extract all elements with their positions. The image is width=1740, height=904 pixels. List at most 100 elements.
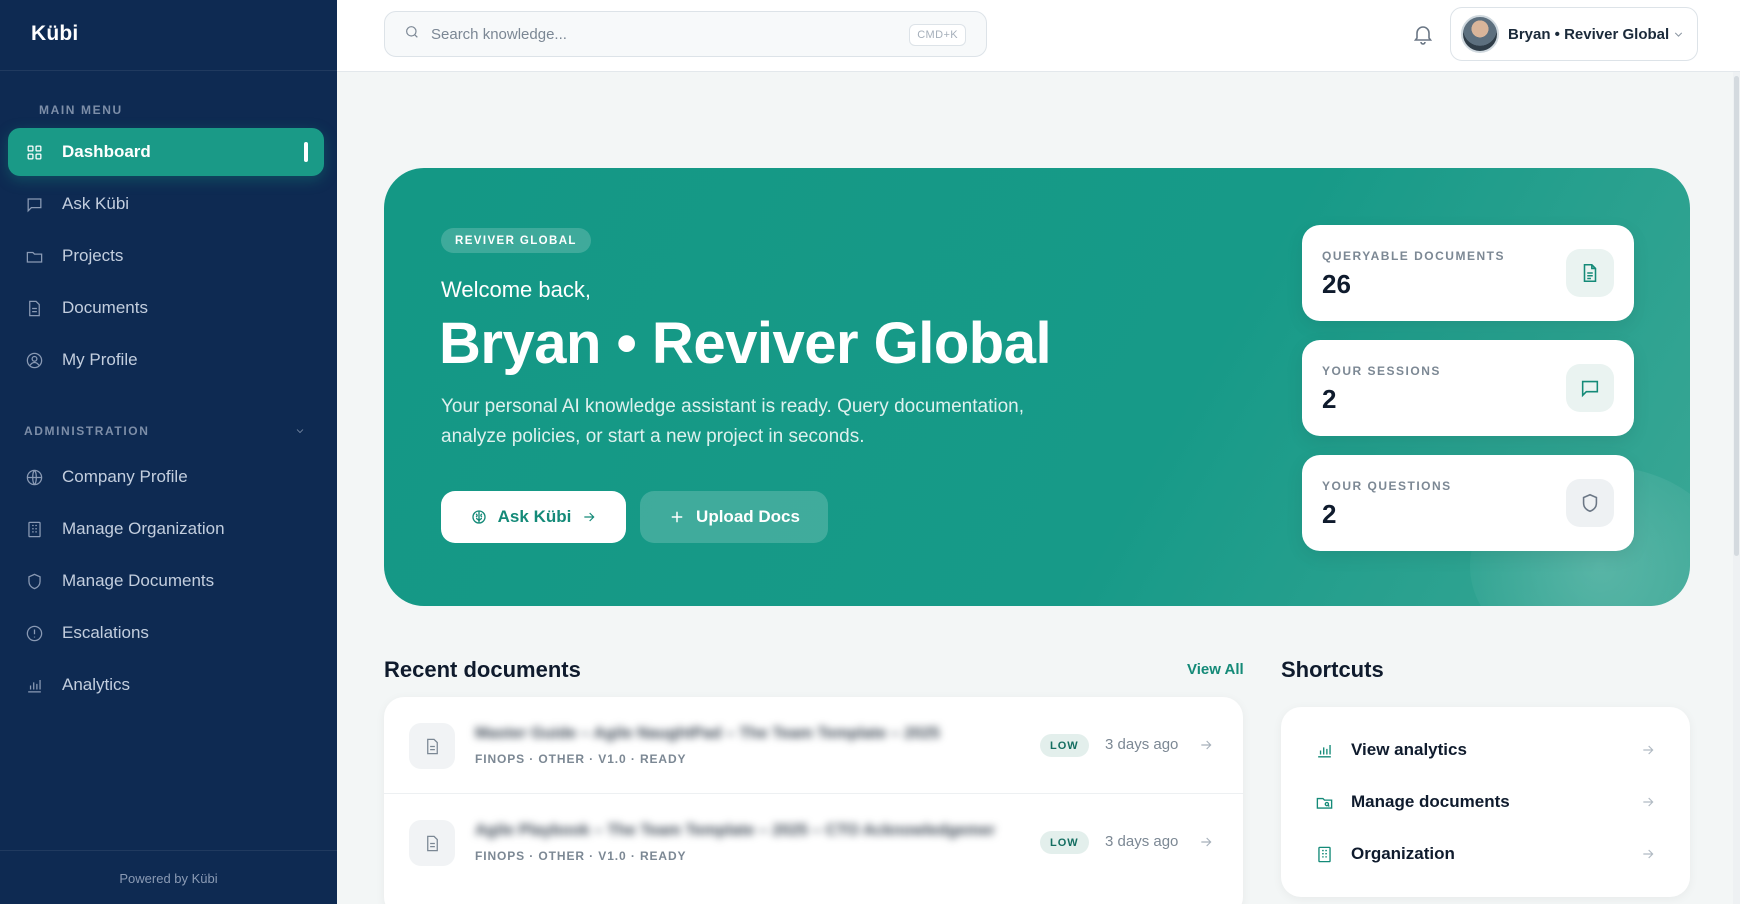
sidebar-item-manage-organization[interactable]: Manage Organization [8,505,324,553]
sidebar-divider [0,70,337,71]
shield-icon [1566,479,1614,527]
sidebar-item-label: Company Profile [62,467,188,486]
arrow-right-icon [1640,742,1656,763]
stat-value: 26 [1322,269,1351,299]
sidebar-item-projects[interactable]: Projects [8,232,324,280]
ask-kubi-label: Ask Kübi [497,507,572,526]
view-all-link[interactable]: View All [1187,661,1244,678]
shortcut-label: View analytics [1351,740,1467,759]
sidebar-item-ask-kubi[interactable]: Ask Kübi [8,180,324,228]
sidebar-item-documents[interactable]: Documents [8,284,324,332]
search-icon [404,24,420,45]
sidebar-item-label: Manage Documents [62,571,215,590]
shortcut-view-analytics[interactable]: View analytics [1281,727,1690,773]
priority-badge: LOW [1040,734,1089,757]
bar-chart-icon [24,675,44,695]
chevron-down-icon [1672,28,1685,46]
globe-icon [24,467,44,487]
stat-value: 2 [1322,499,1337,529]
sidebar-item-label: Dashboard [62,142,151,161]
document-row[interactable]: Agile Playbook – The Team Template – 202… [384,793,1243,889]
powered-by: Powered by Kübi [119,871,218,886]
org-badge: REVIVER GLOBAL [441,228,591,253]
alert-circle-icon [24,623,44,643]
chevron-down-icon[interactable] [294,424,306,436]
user-name: Bryan • Reviver Global [1508,25,1670,43]
sidebar-item-label: Analytics [62,675,131,694]
brand-logo[interactable]: Kübi [31,22,78,46]
welcome-hero: REVIVER GLOBAL Welcome back, Bryan • Rev… [384,168,1690,606]
stat-label: YOUR SESSIONS [1322,364,1441,378]
building-icon [1315,844,1335,864]
arrow-right-icon[interactable] [1198,737,1214,753]
document-meta: FINOPS · OTHER · V1.0 · READY [475,849,687,863]
document-row[interactable]: Master Guide – Agile NaughtPad – The Tea… [384,697,1243,793]
hero-description: Your personal AI knowledge assistant is … [441,396,1025,447]
sidebar-footer-divider [0,850,337,851]
stat-label: QUERYABLE DOCUMENTS [1322,249,1505,263]
bell-icon[interactable] [1411,22,1437,48]
sidebar-item-manage-documents[interactable]: Manage Documents [8,557,324,605]
sidebar: Kübi MAIN MENU Dashboard Ask Kübi Projec… [0,0,337,904]
welcome-text: Welcome back, [441,277,591,302]
shield-icon [24,571,44,591]
document-icon [409,723,455,769]
stat-value: 2 [1322,384,1337,414]
administration-label[interactable]: ADMINISTRATION [24,424,150,438]
sidebar-item-escalations[interactable]: Escalations [8,609,324,657]
sidebar-item-label: Ask Kübi [62,194,130,213]
shortcut-label: Organization [1351,844,1455,863]
arrow-right-icon [1640,794,1656,815]
page-scrollbar-thumb[interactable] [1734,76,1739,556]
document-icon [24,298,44,318]
sidebar-item-my-profile[interactable]: My Profile [8,336,324,384]
user-menu[interactable]: Bryan • Reviver Global [1450,7,1698,61]
document-title: Agile Playbook – The Team Template – 202… [475,822,995,839]
recent-documents-title: Recent documents [384,657,581,682]
stat-card-queryable-documents[interactable]: QUERYABLE DOCUMENTS 26 [1302,225,1634,321]
bar-chart-icon [1315,740,1335,760]
shortcut-organization[interactable]: Organization [1281,831,1690,877]
shortcut-manage-documents[interactable]: Manage documents [1281,779,1690,825]
stat-card-sessions[interactable]: YOUR SESSIONS 2 [1302,340,1634,436]
sidebar-item-company-profile[interactable]: Company Profile [8,453,324,501]
upload-docs-button[interactable]: Upload Docs [640,491,828,543]
search-shortcut-hint: CMD+K [909,24,966,46]
hero-title: Bryan • Reviver Global [439,311,1052,376]
active-indicator [304,142,308,162]
upload-docs-label: Upload Docs [696,507,800,526]
folder-icon [24,246,44,266]
sidebar-item-label: Manage Organization [62,519,225,538]
search-box[interactable]: CMD+K [384,11,987,57]
ask-kubi-button[interactable]: Ask Kübi [441,491,626,543]
search-input[interactable] [431,25,891,43]
sidebar-item-label: My Profile [62,350,138,369]
document-title: Master Guide – Agile NaughtPad – The Tea… [475,725,940,742]
sidebar-item-label: Documents [62,298,148,317]
shortcut-label: Manage documents [1351,792,1510,811]
priority-badge: LOW [1040,831,1089,854]
document-icon [409,820,455,866]
document-time: 3 days ago [1105,833,1179,850]
arrow-right-icon [1640,846,1656,867]
document-meta: FINOPS · OTHER · V1.0 · READY [475,752,687,766]
sidebar-item-label: Projects [62,246,124,265]
sidebar-item-dashboard[interactable]: Dashboard [8,128,324,176]
topbar: CMD+K Bryan • Reviver Global [337,0,1740,72]
arrow-right-icon [581,509,597,525]
sidebar-item-label: Escalations [62,623,149,642]
file-text-icon [1566,249,1614,297]
arrow-right-icon[interactable] [1198,834,1214,850]
brain-icon [470,508,488,526]
stat-card-questions[interactable]: YOUR QUESTIONS 2 [1302,455,1634,551]
avatar [1461,15,1499,53]
sidebar-item-analytics[interactable]: Analytics [8,661,324,709]
plus-icon [668,508,686,526]
grid-icon [24,142,44,162]
shortcuts-list: View analytics Manage documents Organiza… [1281,707,1690,897]
document-time: 3 days ago [1105,736,1179,753]
user-circle-icon [24,350,44,370]
building-icon [24,519,44,539]
recent-documents-list: Master Guide – Agile NaughtPad – The Tea… [384,697,1243,904]
chat-icon [24,194,44,214]
